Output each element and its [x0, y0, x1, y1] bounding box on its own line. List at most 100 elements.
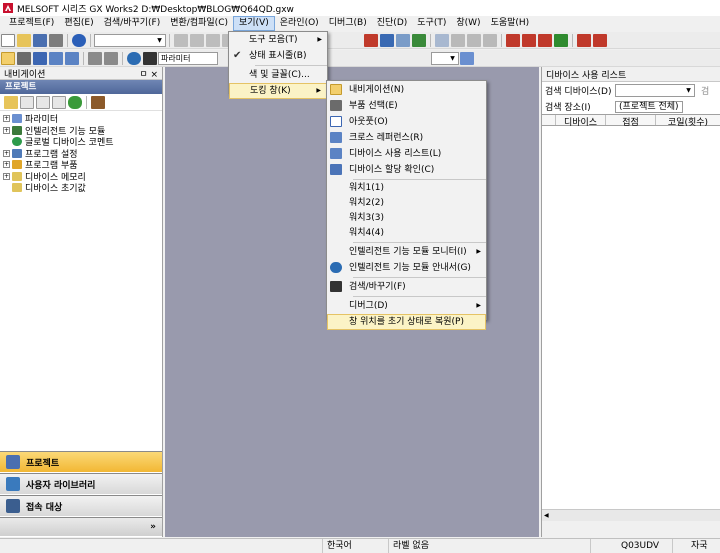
read-plc-icon[interactable] [396, 33, 410, 47]
menu-debug[interactable]: 디버그(B) [324, 16, 372, 31]
module-icon [12, 125, 22, 135]
menu-window[interactable]: 창(W) [451, 16, 485, 31]
cut-icon[interactable] [174, 33, 188, 47]
menu-diagnostics[interactable]: 진단(D) [372, 16, 413, 31]
ladder-a-icon[interactable] [506, 33, 520, 47]
monitor-icon[interactable] [364, 33, 378, 47]
view-menu-toolbar[interactable]: 도구 모음(T) [229, 32, 327, 48]
ladder-b-icon[interactable] [522, 33, 536, 47]
search-device-combo[interactable]: ▼ [615, 84, 695, 97]
search-place-field[interactable]: (프로젝트 전체) [615, 100, 683, 113]
crossref-toggle-icon[interactable] [49, 51, 63, 65]
nav-button-project[interactable]: 프로젝트 [0, 451, 162, 472]
dock-navigation[interactable]: 내비게이션(N) [327, 82, 486, 98]
verify-icon[interactable] [412, 33, 426, 47]
dock-device-usage-list[interactable]: 디바이스 사용 리스트(L) [327, 146, 486, 162]
menu-project[interactable]: 프로젝트(F) [4, 16, 59, 31]
col-header-coil[interactable]: 코일(횟수) [656, 115, 720, 128]
nav-button-library[interactable]: 사용자 라이브러리 [0, 473, 162, 494]
print-icon[interactable] [49, 33, 63, 47]
search-button[interactable]: 검 [701, 84, 709, 97]
tool-b-icon[interactable] [467, 33, 481, 47]
menu-edit[interactable]: 편집(E) [59, 16, 98, 31]
device-memory-icon [12, 171, 22, 181]
dock-intelli-module-guide[interactable]: 인텔리전트 기능 모듈 안내서(G) [327, 260, 486, 276]
device-assign-icon [330, 164, 342, 175]
binoculars-icon[interactable] [143, 51, 157, 65]
search-place-label: 검색 장소(I) [545, 103, 591, 113]
dock-parts-selection[interactable]: 부품 선택(E) [327, 98, 486, 114]
pin-close-icon[interactable]: ㅁ × [139, 67, 158, 80]
menu-help[interactable]: 도움말(H) [486, 16, 535, 31]
dock-debug[interactable]: 디버그(D) [327, 298, 486, 314]
tool-c-icon[interactable] [483, 33, 497, 47]
parts-toggle-icon[interactable] [17, 51, 31, 65]
cross-reference-icon [330, 132, 342, 143]
menu-view[interactable]: 보기(V) [233, 16, 275, 31]
new-data-icon[interactable] [4, 95, 18, 109]
dock-watch2[interactable]: 워치2(2) [327, 196, 486, 211]
ladder-c-icon[interactable] [538, 33, 552, 47]
dock-watch3[interactable]: 워치3(3) [327, 211, 486, 226]
menu-online[interactable]: 온라인(O) [275, 16, 324, 31]
property-icon[interactable] [91, 95, 105, 109]
chevron-down-icon: ▼ [450, 54, 455, 62]
watch-icon[interactable] [88, 51, 102, 65]
tree-c-icon[interactable] [52, 95, 66, 109]
ladder-f-icon[interactable] [593, 33, 607, 47]
col-header-device[interactable]: 디바이스 [556, 115, 606, 128]
paste-icon[interactable] [206, 33, 220, 47]
col-header-contact[interactable]: 접점 [606, 115, 656, 128]
tool-a-icon[interactable] [451, 33, 465, 47]
ladder-d-icon[interactable] [554, 33, 568, 47]
new-icon[interactable] [1, 33, 15, 47]
dock-watch1[interactable]: 워치1(1) [327, 181, 486, 196]
view-menu: 도구 모음(T) ✔ 상태 표시줄(B) 색 및 글꼴(C)... 도킹 창(K… [228, 31, 328, 99]
check-icon: ✔ [233, 50, 242, 61]
refresh-icon[interactable] [68, 95, 82, 109]
output-toggle-icon[interactable] [33, 51, 47, 65]
devlist-toggle-icon[interactable] [65, 51, 79, 65]
menu-compile[interactable]: 변환/컴파일(C) [165, 16, 233, 31]
device-init-icon [12, 183, 22, 193]
ladder-g-icon[interactable] [460, 51, 474, 65]
copy-icon[interactable] [190, 33, 204, 47]
ladder-e-icon[interactable] [577, 33, 591, 47]
view-menu-docking-window[interactable]: 도킹 창(K) [229, 83, 327, 99]
intelli-help-icon[interactable] [127, 51, 141, 65]
write-plc-icon[interactable] [380, 33, 394, 47]
tree-b-icon[interactable] [36, 95, 50, 109]
help-icon[interactable] [72, 33, 86, 47]
find-device-icon[interactable] [104, 51, 118, 65]
more-buttons-chevron-icon[interactable]: » [0, 517, 162, 536]
dock-find-replace[interactable]: 검색/바꾸기(F) [327, 279, 486, 295]
view-menu-color-font[interactable]: 색 및 글꼴(C)... [229, 67, 327, 83]
menu-find-replace[interactable]: 검색/바꾸기(F) [99, 16, 166, 31]
scroll-left-icon[interactable]: ◀ [542, 512, 549, 519]
navigation-toggle-icon[interactable] [1, 51, 15, 65]
dock-restore-window-positions[interactable]: 창 위치를 초기 상태로 복원(P) [327, 314, 486, 330]
dock-watch4[interactable]: 워치4(4) [327, 226, 486, 241]
view-menu-statusbar[interactable]: ✔ 상태 표시줄(B) [229, 48, 327, 64]
dock-intelli-module-monitor[interactable]: 인텔리전트 기능 모듈 모니터(I) [327, 244, 486, 260]
tree-item[interactable]: 디바이스 초기값 [3, 182, 162, 194]
open-icon[interactable] [17, 33, 31, 47]
dock-cross-reference[interactable]: 크로스 레퍼런스(R) [327, 130, 486, 146]
nav-button-connection[interactable]: 접속 대상 [0, 495, 162, 516]
dock-device-assignment[interactable]: 디바이스 할당 확인(C) [327, 162, 486, 178]
status-label: 라벨 없음 [388, 539, 468, 553]
toolbar-combo-left[interactable]: ▼ [94, 33, 166, 47]
search-device-label: 검색 디바이스(D) [545, 87, 612, 97]
device-usage-panel: 디바이스 사용 리스트 검색 디바이스(D) ▼ 검 검색 장소(I) (프로젝… [541, 67, 720, 537]
toolbar-combo-right[interactable]: ▼ [431, 51, 459, 65]
navigation-section-header: 프로젝트 [0, 80, 162, 94]
status-cpu: Q03UDV [590, 539, 670, 553]
horizontal-scrollbar[interactable]: ◀ [542, 509, 720, 521]
parts-icon [330, 100, 342, 111]
toolbar-combo-mid[interactable]: 파라미터 [158, 51, 218, 65]
tree-a-icon[interactable] [20, 95, 34, 109]
menu-tool[interactable]: 도구(T) [412, 16, 451, 31]
dock-output[interactable]: 아웃풋(O) [327, 114, 486, 130]
save-icon[interactable] [33, 33, 47, 47]
remote-op-icon[interactable] [435, 33, 449, 47]
